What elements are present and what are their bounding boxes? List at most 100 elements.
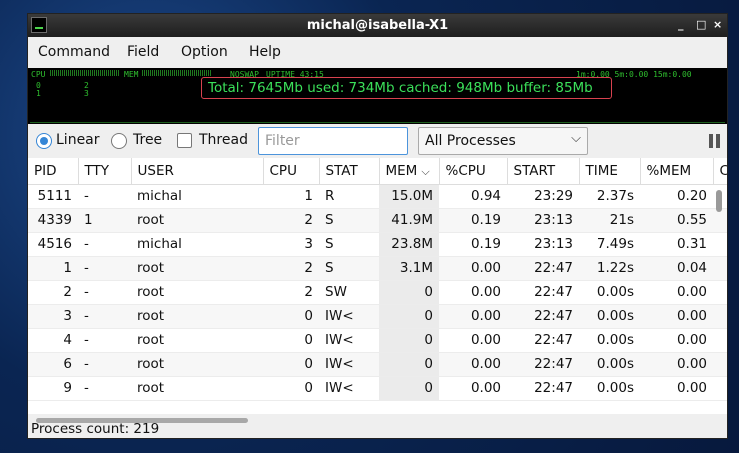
table-cell: 3 [263, 232, 319, 257]
top-window: michal@isabella-X1 _ □ × Command Field O… [27, 13, 728, 439]
tree-label[interactable]: Tree [133, 132, 162, 148]
process-filter-select[interactable]: All Processes ⌵ [418, 127, 588, 155]
table-row[interactable]: 9- root 0 IW< 0 0.00 22:47 0.00s 0.00 [28, 376, 727, 401]
table-row[interactable]: 5111- michal 1 R 15.0M 0.94 23:29 2.37s 0.20 [28, 184, 727, 209]
table-cell: root [131, 304, 263, 329]
menu-command[interactable]: Command [38, 44, 110, 60]
col-pid[interactable]: PID [28, 158, 79, 185]
table-cell: 4 [28, 328, 78, 353]
table-row[interactable]: 1- root 2 S 3.1M 0.00 22:47 1.22s 0.04 [28, 256, 727, 281]
table-cell: 0.00 [640, 328, 713, 353]
table-cell: IW< [319, 376, 379, 401]
table-row[interactable]: 4- root 0 IW< 0 0.00 22:47 0.00s 0.00 [28, 328, 727, 353]
table-cell: IW< [319, 304, 379, 329]
process-count: Process count: 219 [31, 421, 160, 437]
table-cell: 5111 [28, 184, 78, 209]
title-bar[interactable]: michal@isabella-X1 _ □ × [28, 14, 727, 37]
table-cell: 7.49s [579, 232, 640, 257]
col-tty[interactable]: TTY [78, 158, 132, 185]
process-table[interactable]: PID TTY USER CPU STAT MEM ⌵ %CPU START TI… [28, 158, 727, 414]
col-cpu[interactable]: CPU [263, 158, 320, 185]
table-cell: 0.19 [439, 208, 507, 233]
cpu1-label: 1 [36, 89, 41, 98]
table-cell: 1 [263, 184, 319, 209]
window-title: michal@isabella-X1 [306, 18, 449, 33]
col-start[interactable]: START [507, 158, 580, 185]
process-filter-value: All Processes [425, 133, 516, 149]
menu-option[interactable]: Option [181, 44, 228, 60]
pause-icon[interactable] [708, 134, 722, 148]
table-cell: 0.00 [439, 376, 507, 401]
chevron-down-icon: ⌵ [571, 131, 581, 146]
table-cell: 22:47 [507, 304, 579, 329]
table-cell: 0.00 [439, 352, 507, 377]
table-cell: 23:13 [507, 232, 579, 257]
table-cell: 0.20 [640, 184, 713, 209]
col-pmem[interactable]: %MEM [640, 158, 714, 185]
table-cell: root [131, 256, 263, 281]
table-cell: SW [319, 280, 379, 305]
table-cell: - [78, 352, 131, 377]
graph-baseline [30, 122, 725, 123]
table-row[interactable]: 3- root 0 IW< 0 0.00 22:47 0.00s 0.00 [28, 304, 727, 329]
table-cell: IW< [319, 328, 379, 353]
sort-chevron-icon: ⌵ [421, 164, 430, 178]
table-cell: 0.00 [439, 280, 507, 305]
col-more[interactable]: C [713, 158, 727, 185]
table-cell-empty [713, 304, 727, 329]
col-time[interactable]: TIME [579, 158, 641, 185]
table-cell: 41.9M [379, 208, 439, 233]
table-cell: 22:47 [507, 256, 579, 281]
menu-field[interactable]: Field [127, 44, 159, 60]
close-button[interactable]: × [713, 18, 722, 31]
table-cell: - [78, 232, 131, 257]
table-row[interactable]: 4339 1 root 2 S 41.9M 0.19 23:13 21s 0.55 [28, 208, 727, 233]
table-cell-empty [713, 328, 727, 353]
table-cell-empty [713, 232, 727, 257]
table-cell: S [319, 208, 379, 233]
table-cell: 23:13 [507, 208, 579, 233]
table-cell: 6 [28, 352, 78, 377]
col-mem[interactable]: MEM ⌵ [379, 158, 440, 185]
col-stat[interactable]: STAT [319, 158, 380, 185]
filter-input[interactable]: Filter [258, 127, 408, 155]
table-cell: 23:29 [507, 184, 579, 209]
table-cell: 1.22s [579, 256, 640, 281]
table-cell: 0.94 [439, 184, 507, 209]
table-cell: 2 [28, 280, 78, 305]
maximize-button[interactable]: □ [696, 18, 706, 31]
table-row[interactable]: 6- root 0 IW< 0 0.00 22:47 0.00s 0.00 [28, 352, 727, 377]
toolbar: Linear Tree Thread Filter All Processes … [28, 124, 727, 158]
table-cell: 1 [78, 208, 131, 233]
table-cell: 0 [379, 280, 439, 305]
table-cell: 2.37s [579, 184, 640, 209]
tree-radio[interactable] [111, 133, 127, 149]
thread-label[interactable]: Thread [199, 132, 248, 148]
thread-checkbox[interactable] [177, 133, 192, 148]
col-pcpu[interactable]: %CPU [439, 158, 508, 185]
linear-radio[interactable] [36, 133, 52, 149]
col-user[interactable]: USER [131, 158, 264, 185]
table-cell: S [319, 256, 379, 281]
menu-bar: Command Field Option Help [28, 37, 727, 67]
system-graph: CPU MEM NOSWAP UPTIME 43:15 1m:0.00 5m:0… [28, 68, 727, 124]
table-cell: - [78, 256, 131, 281]
minimize-button[interactable]: _ [678, 18, 684, 31]
table-cell: 3 [28, 304, 78, 329]
table-row[interactable]: 2- root 2 SW 0 0.00 22:47 0.00s 0.00 [28, 280, 727, 305]
table-cell: 0.00s [579, 328, 640, 353]
menu-help[interactable]: Help [249, 44, 281, 60]
table-cell: S [319, 232, 379, 257]
table-row[interactable]: 4516- michal 3 S 23.8M 0.19 23:13 7.49s 0.31 [28, 232, 727, 257]
mem-bars [142, 70, 212, 76]
table-cell: 15.0M [379, 184, 439, 209]
table-cell: 0 [379, 376, 439, 401]
vertical-scrollbar[interactable] [716, 190, 722, 212]
linear-label[interactable]: Linear [56, 132, 100, 148]
table-cell: 0.04 [640, 256, 713, 281]
table-cell: 0 [379, 352, 439, 377]
table-cell: 0.00 [640, 304, 713, 329]
table-cell: 0 [263, 328, 319, 353]
cpu-label: CPU [31, 70, 46, 79]
table-cell: 0.00 [640, 376, 713, 401]
